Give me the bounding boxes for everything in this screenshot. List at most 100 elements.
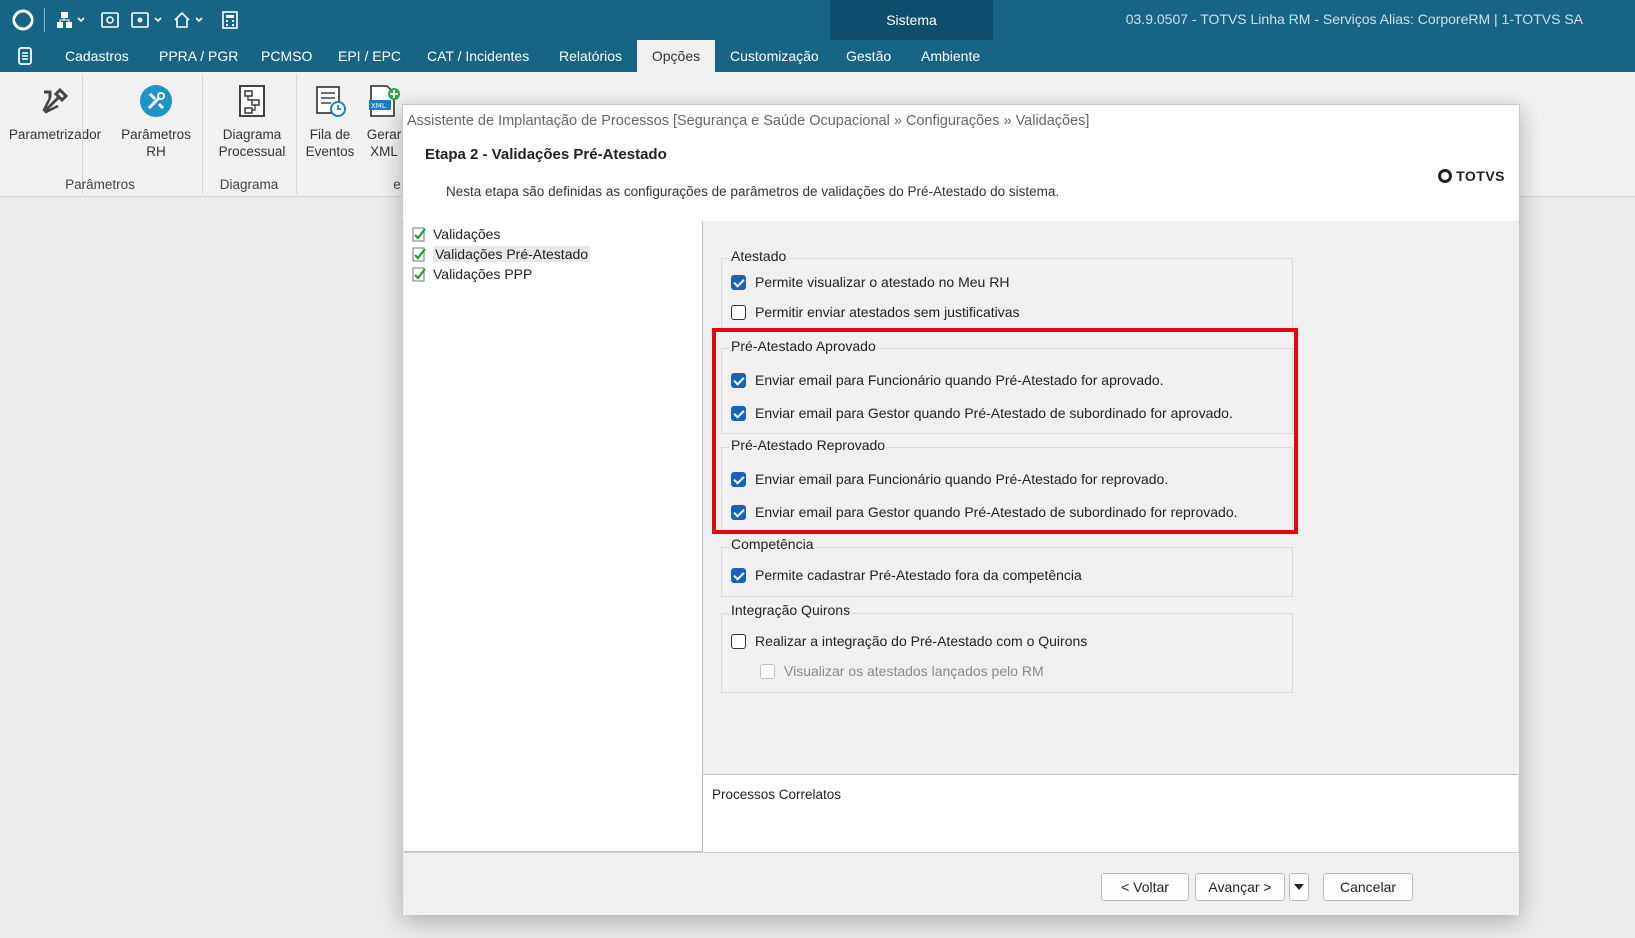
tree-item-label: Validações xyxy=(433,226,501,242)
menu-opcoes[interactable]: Opções xyxy=(637,40,715,72)
fila-eventos-label-1: Fila de xyxy=(309,127,351,142)
option-fora-competencia[interactable]: Permite cadastrar Pré-Atestado fora da c… xyxy=(731,567,1082,583)
step-description: Nesta etapa são definidas as configuraçõ… xyxy=(446,184,1060,199)
dialog-footer: < Voltar Avançar > Cancelar xyxy=(403,852,1519,915)
menu-cadastros[interactable]: Cadastros xyxy=(65,40,129,72)
org-chart-icon[interactable] xyxy=(56,8,86,32)
title-bar: 03.9.0507 - TOTVS Linha RM - Serviços Al… xyxy=(0,0,1635,40)
parametros-rh-label-1: Parâmetros xyxy=(121,127,191,142)
related-processes-panel: Processos Correlatos xyxy=(703,774,1518,852)
home-icon[interactable] xyxy=(172,8,206,32)
group-integracao-quirons xyxy=(721,613,1293,693)
checkbox[interactable] xyxy=(731,372,746,388)
parametrizador-label: Parametrizador xyxy=(8,127,102,142)
option-label: Enviar email para Gestor quando Pré-Ates… xyxy=(755,405,1233,421)
menu-ambiente[interactable]: Ambiente xyxy=(921,40,980,72)
group-title-competencia: Competência xyxy=(729,536,816,552)
group-title-quirons: Integração Quirons xyxy=(729,602,853,618)
checkbox[interactable] xyxy=(731,471,746,487)
menu-pcmso[interactable]: PCMSO xyxy=(261,40,312,72)
ribbon-separator xyxy=(82,74,83,194)
fila-eventos-label-2: Eventos xyxy=(305,144,355,159)
group-title-atestado: Atestado xyxy=(729,248,789,264)
option-email-funcionario-reprovado[interactable]: Enviar email para Funcionário quando Pré… xyxy=(731,471,1168,487)
app-menu-icon[interactable] xyxy=(16,47,34,65)
view-icon[interactable] xyxy=(100,8,120,32)
parametros-rh-icon xyxy=(140,85,172,117)
diagrama-processual-button[interactable]: Diagrama Processual xyxy=(210,84,294,160)
option-email-gestor-aprovado[interactable]: Enviar email para Gestor quando Pré-Ates… xyxy=(731,405,1233,421)
wizard-dialog: Assistente de Implantação de Processos [… xyxy=(402,104,1520,915)
group-title-reprovado: Pré-Atestado Reprovado xyxy=(729,437,888,453)
group-label-parametros: Parâmetros xyxy=(65,177,135,192)
option-label: Realizar a integração do Pré-Atestado co… xyxy=(755,633,1088,649)
option-email-funcionario-aprovado[interactable]: Enviar email para Funcionário quando Pré… xyxy=(731,372,1164,388)
option-label: Permite cadastrar Pré-Atestado fora da c… xyxy=(755,567,1082,583)
tree-item-validacoes-pre-atestado[interactable]: Validações Pré-Atestado xyxy=(412,244,591,264)
menu-cat-incidentes[interactable]: CAT / Incidentes xyxy=(427,40,529,72)
option-visualizar-atestado-meu-rh[interactable]: Permite visualizar o atestado no Meu RH xyxy=(731,274,1009,290)
sistema-label: Sistema xyxy=(886,12,937,28)
gerar-xml-button[interactable]: XML Gerar XML xyxy=(364,84,404,160)
menu-relatorios[interactable]: Relatórios xyxy=(559,40,622,72)
option-label: Enviar email para Funcionário quando Pré… xyxy=(755,471,1169,487)
totvs-logo-text: TOTVS xyxy=(1456,168,1505,184)
group-atestado xyxy=(721,258,1293,331)
option-visualizar-atestados-rm: Visualizar os atestados lançados pelo RM xyxy=(760,663,1044,679)
ribbon-separator xyxy=(202,74,203,194)
steps-tree: Validações Validações Pré-Atestado Valid… xyxy=(404,221,703,852)
checkbox[interactable] xyxy=(731,567,746,583)
menu-ppra-pgr[interactable]: PPRA / PGR xyxy=(159,40,238,72)
window-dropdown-icon[interactable] xyxy=(130,8,164,32)
dialog-header: Assistente de Implantação de Processos [… xyxy=(403,105,1519,222)
xml-file-icon: XML xyxy=(369,85,400,117)
toolbar-separator xyxy=(44,8,45,32)
checkbox[interactable] xyxy=(731,304,746,320)
calculator-icon[interactable] xyxy=(220,8,240,32)
back-button[interactable]: < Voltar xyxy=(1101,873,1189,901)
group-label-partial: e xyxy=(393,177,401,192)
totvs-app-icon[interactable] xyxy=(12,8,34,32)
settings-panel: Atestado Permite visualizar o atestado n… xyxy=(703,221,1518,774)
checked-page-icon xyxy=(412,247,426,261)
tree-item-label: Validações Pré-Atestado xyxy=(433,246,591,262)
menu-gestao[interactable]: Gestão xyxy=(846,40,891,72)
totvs-logo: TOTVS xyxy=(1438,168,1505,184)
related-processes-title: Processos Correlatos xyxy=(712,787,842,802)
checkbox[interactable] xyxy=(731,504,746,520)
diagrama-label-2: Processual xyxy=(218,144,286,159)
next-button[interactable]: Avançar > xyxy=(1195,873,1285,901)
checkbox[interactable] xyxy=(731,405,746,421)
tree-item-label: Validações PPP xyxy=(433,266,533,282)
group-pre-atestado-aprovado xyxy=(721,348,1293,434)
diagram-icon xyxy=(239,85,265,117)
parametros-rh-label-2: RH xyxy=(146,144,166,159)
parametros-rh-button[interactable]: Parâmetros RH xyxy=(112,84,200,160)
next-dropdown-button[interactable] xyxy=(1289,873,1309,901)
caret-down-icon xyxy=(1294,884,1304,890)
checkbox xyxy=(760,663,775,679)
step-title: Etapa 2 - Validações Pré-Atestado xyxy=(425,146,667,163)
group-label-diagrama: Diagrama xyxy=(219,177,279,192)
event-queue-icon xyxy=(316,86,346,117)
menu-epi-epc[interactable]: EPI / EPC xyxy=(338,40,401,72)
menu-bar: Cadastros PPRA / PGR PCMSO EPI / EPC CAT… xyxy=(0,40,1635,72)
diagrama-label-1: Diagrama xyxy=(222,127,282,142)
option-email-gestor-reprovado[interactable]: Enviar email para Gestor quando Pré-Ates… xyxy=(731,504,1238,520)
checked-page-icon xyxy=(412,227,426,241)
menu-customizacao[interactable]: Customização xyxy=(730,40,819,72)
totvs-logo-icon xyxy=(1438,169,1453,183)
checkbox[interactable] xyxy=(731,274,746,290)
checkbox[interactable] xyxy=(731,633,746,649)
option-label: Permite visualizar o atestado no Meu RH xyxy=(755,274,1010,290)
checked-page-icon xyxy=(412,267,426,281)
option-integracao-quirons[interactable]: Realizar a integração do Pré-Atestado co… xyxy=(731,633,1087,649)
tree-item-validacoes-ppp[interactable]: Validações PPP xyxy=(412,264,532,284)
fila-eventos-button[interactable]: Fila de Eventos xyxy=(302,84,358,160)
option-label: Enviar email para Funcionário quando Pré… xyxy=(755,372,1164,388)
option-enviar-sem-justificativas[interactable]: Permitir enviar atestados sem justificat… xyxy=(731,304,1020,320)
option-label: Enviar email para Gestor quando Pré-Ates… xyxy=(755,504,1238,520)
cancel-button[interactable]: Cancelar xyxy=(1323,873,1413,901)
parametrizador-button[interactable]: Parametrizador xyxy=(6,84,104,143)
tree-item-validacoes[interactable]: Validações xyxy=(412,224,500,244)
